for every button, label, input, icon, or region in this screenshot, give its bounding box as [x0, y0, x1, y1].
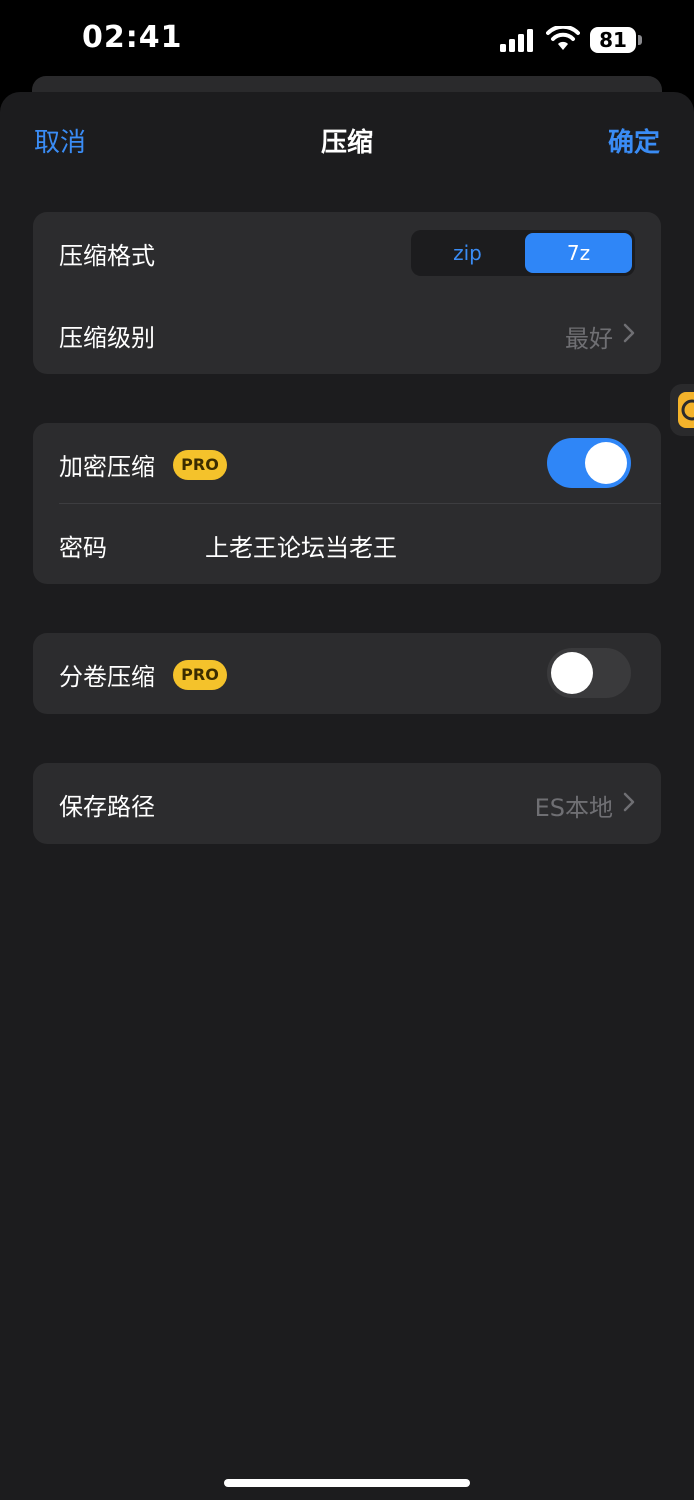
format-label: 压缩格式: [59, 242, 155, 270]
status-time: 02:41: [82, 20, 183, 55]
password-field[interactable]: 上老王论坛当老王: [205, 528, 397, 563]
battery-tip: [638, 35, 642, 45]
home-indicator[interactable]: [224, 1479, 470, 1487]
format-option-zip[interactable]: zip: [414, 233, 521, 273]
split-label: 分卷压缩: [59, 663, 155, 691]
wifi-icon: [546, 26, 580, 50]
assistive-icon[interactable]: [678, 392, 694, 428]
format-option-7z[interactable]: 7z: [525, 233, 632, 273]
toggle-knob: [585, 442, 627, 484]
password-label: 密码: [59, 534, 107, 562]
confirm-button[interactable]: 确定: [608, 122, 660, 159]
save-path-label: 保存路径: [59, 793, 155, 821]
password-row: 密码 上老王论坛当老王: [33, 504, 661, 584]
format-card: 压缩格式 zip 7z 压缩级别 最好: [33, 212, 661, 374]
save-path-card[interactable]: 保存路径 ES本地: [33, 763, 661, 844]
save-path-value: ES本地: [534, 794, 613, 822]
split-card: 分卷压缩 PRO: [33, 633, 661, 714]
level-label: 压缩级别: [59, 324, 155, 352]
chevron-right-icon: [623, 792, 635, 812]
save-path-row[interactable]: 保存路径 ES本地: [33, 763, 661, 843]
signal-icon: [500, 29, 533, 52]
level-row[interactable]: 压缩级别 最好: [33, 294, 661, 374]
pro-badge: PRO: [173, 450, 227, 480]
chevron-right-icon: [623, 323, 635, 343]
encrypt-row: 加密压缩 PRO: [33, 423, 661, 503]
split-row: 分卷压缩 PRO: [33, 633, 661, 713]
status-bar: 02:41 81: [0, 0, 694, 80]
battery-icon: 81: [590, 27, 636, 53]
level-value: 最好: [565, 325, 613, 353]
encrypt-label: 加密压缩: [59, 453, 155, 481]
pro-badge: PRO: [173, 660, 227, 690]
format-row: 压缩格式 zip 7z: [33, 212, 661, 292]
page-title: 压缩: [320, 128, 373, 158]
split-toggle[interactable]: [547, 648, 631, 698]
toggle-knob: [551, 652, 593, 694]
format-segmented-control[interactable]: zip 7z: [411, 230, 635, 276]
encrypt-toggle[interactable]: [547, 438, 631, 488]
encryption-card: 加密压缩 PRO 密码 上老王论坛当老王: [33, 423, 661, 584]
